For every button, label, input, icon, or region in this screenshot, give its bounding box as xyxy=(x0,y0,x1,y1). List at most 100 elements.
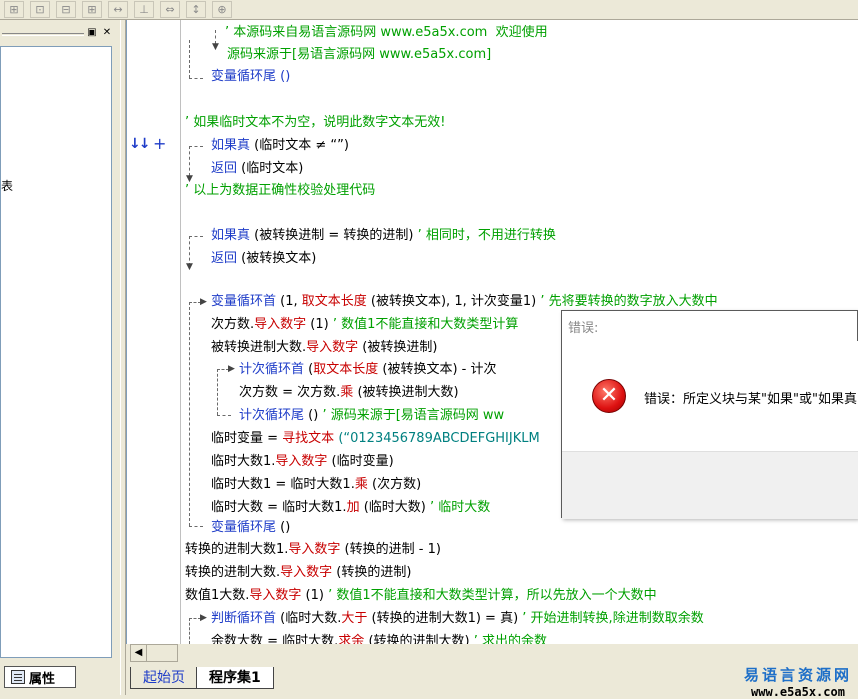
horizontal-scrollbar[interactable]: ◀ xyxy=(130,644,178,662)
watermark: 易语言资源网 www.e5a5x.com xyxy=(744,664,852,699)
code-token: 导入数字 xyxy=(280,565,333,580)
code-token: 导入数字 xyxy=(254,317,307,332)
code-token: 变量循环尾 () xyxy=(211,69,291,84)
code-token: (临时文本) xyxy=(237,161,304,176)
code-token: (临时大数. xyxy=(276,611,342,626)
code-token: ’ 先将要转换的数字放入大数中 xyxy=(540,294,718,309)
scroll-left-icon[interactable]: ◀ xyxy=(131,645,147,661)
toolbar-button-5[interactable]: ⊥ xyxy=(134,1,154,18)
code-token: 临时大数 = 临时大数1. xyxy=(211,500,347,515)
code-line[interactable]: 变量循环尾 () xyxy=(211,68,290,86)
panel-maximize-icon[interactable]: ▣ xyxy=(86,28,98,40)
flow-line xyxy=(189,526,203,527)
code-line[interactable]: 次方数.导入数字 (1) ’ 数值1不能直接和大数类型计算 xyxy=(211,316,518,334)
flow-line xyxy=(217,369,218,415)
code-token: 转换的进制大数. xyxy=(185,565,281,580)
code-line[interactable]: 余数大数 = 临时大数.求余 (转换的进制大数) ’ 求出的余数 xyxy=(211,633,547,644)
error-icon: ✕ xyxy=(592,379,626,413)
code-line[interactable]: 判断循环首 (临时大数.大于 (转换的进制大数1) = 真) ’ 开始进制转换,… xyxy=(211,610,704,628)
flow-marker-icon: ↓↓ xyxy=(129,136,151,152)
flow-arrow-icon: ▶ xyxy=(228,364,235,374)
code-line[interactable]: 次方数 = 次方数.乘 (被转换进制大数) xyxy=(239,384,459,402)
toolbar-button-4[interactable]: ↔ xyxy=(108,1,128,18)
code-line[interactable]: ’ 本源码来自易语言源码网 www.e5a5x.com 欢迎使用 xyxy=(225,24,548,42)
dialog-title: 错误: xyxy=(568,321,599,336)
scrollbar-track xyxy=(178,644,858,662)
flow-line xyxy=(189,146,203,147)
toolbar-button-3[interactable]: ⊞ xyxy=(82,1,102,18)
code-line[interactable]: 数值1大数.导入数字 (1) ’ 数值1不能直接和大数类型计算，所以先放入一个大… xyxy=(185,587,657,605)
code-token: ’ 临时大数 xyxy=(430,500,491,515)
dialog-body: ✕ 错误：所定义块与某"如果"或"如果真 xyxy=(562,341,858,451)
watermark-site-name: 易语言资源网 xyxy=(743,666,852,684)
error-message: 错误：所定义块与某"如果"或"如果真 xyxy=(644,392,857,407)
code-line[interactable]: 临时变量 = 寻找文本 (“0123456789ABCDEFGHIJKLM xyxy=(211,430,540,448)
code-token: 变量循环首 xyxy=(211,294,277,309)
panel-close-icon[interactable]: ✕ xyxy=(101,28,113,40)
code-line[interactable]: 计次循环尾 () ’ 源码来源于[易语言源码网 ww xyxy=(239,407,504,425)
flow-line xyxy=(189,618,190,644)
code-line[interactable]: 计次循环首 (取文本长度 (被转换文本) - 计次 xyxy=(239,361,496,379)
code-token: (转换的进制大数) xyxy=(364,634,474,644)
code-token: ’ 源码来源于[易语言源码网 ww xyxy=(322,408,505,423)
code-line[interactable]: 被转换进制大数.导入数字 (被转换进制) xyxy=(211,339,437,357)
code-line[interactable]: 临时大数1 = 临时大数1.乘 (次方数) xyxy=(211,476,421,494)
toolbar-button-1[interactable]: ⊡ xyxy=(30,1,50,18)
code-token: (转换的进制) xyxy=(332,565,412,580)
code-line[interactable]: 变量循环首 (1, 取文本长度 (被转换文本), 1, 计次变量1) ’ 先将要… xyxy=(211,293,718,311)
left-panel-titlebar: ▣ ✕ xyxy=(0,27,120,43)
document-tabs: 起始页 程序集1 易语言资源网 www.e5a5x.com xyxy=(126,664,858,699)
code-token: 导入数字 xyxy=(275,454,328,469)
properties-icon xyxy=(11,670,25,684)
toolbar-button-8[interactable]: ⊕ xyxy=(212,1,232,18)
tab-properties[interactable]: 属性 xyxy=(4,666,76,688)
code-line[interactable]: 转换的进制大数1.导入数字 (转换的进制 - 1) xyxy=(185,541,441,559)
code-line[interactable]: 临时大数1.导入数字 (临时变量) xyxy=(211,453,394,471)
expand-plus-icon[interactable]: + xyxy=(153,134,166,153)
code-line[interactable]: 变量循环尾 () xyxy=(211,519,290,537)
code-token: (1) xyxy=(301,588,329,603)
code-line[interactable]: 如果真 (被转换进制 = 转换的进制) ’ 相同时，不用进行转换 xyxy=(211,227,556,245)
toolbar-button-0[interactable]: ⊞ xyxy=(4,1,24,18)
code-token: 导入数字 xyxy=(249,588,302,603)
tab-program-set[interactable]: 程序集1 xyxy=(196,667,274,689)
code-token: (被转换进制 = 转换的进制) xyxy=(250,228,418,243)
code-token: () xyxy=(276,520,291,535)
watermark-url: www.e5a5x.com xyxy=(751,685,845,699)
code-line[interactable]: 临时大数 = 临时大数1.加 (临时大数) ’ 临时大数 xyxy=(211,499,490,517)
code-token: (1, xyxy=(276,294,302,309)
code-token: 次方数. xyxy=(211,317,255,332)
code-line[interactable]: ’ 以上为数据正确性校验处理代码 xyxy=(185,182,375,200)
code-token: 求余 xyxy=(338,634,365,644)
tab-properties-label: 属性 xyxy=(29,671,56,687)
code-token: ’ 如果临时文本不为空，说明此数字文本无效! xyxy=(185,115,446,130)
code-token: (被转换文本), 1, 计次变量1) xyxy=(366,294,541,309)
panel-grip[interactable] xyxy=(2,33,84,36)
code-line[interactable]: ’ 如果临时文本不为空，说明此数字文本无效! xyxy=(185,114,445,132)
flow-arrow-icon: ▼ xyxy=(212,42,219,52)
flow-line xyxy=(189,40,190,78)
code-token: 源码来源于[易语言源码网 www.e5a5x.com] xyxy=(227,47,492,62)
code-token: 取文本长度 xyxy=(301,294,367,309)
code-token: 临时大数1 = 临时大数1. xyxy=(211,477,355,492)
code-token: (临时文本 ≠ “”) xyxy=(250,138,349,153)
code-line[interactable]: 返回 (临时文本) xyxy=(211,160,303,178)
tab-start-page[interactable]: 起始页 xyxy=(130,667,198,689)
code-token: 变量循环尾 xyxy=(211,520,277,535)
code-token: 寻找文本 xyxy=(282,431,335,446)
code-token: 计次循环尾 xyxy=(239,408,305,423)
tree-item-label: 表 xyxy=(1,179,14,193)
toolbar-button-6[interactable]: ⇔ xyxy=(160,1,180,18)
code-token: (“0123456789ABCDEFGHIJKLM xyxy=(334,431,540,446)
toolbar-button-2[interactable]: ⊟ xyxy=(56,1,76,18)
code-line[interactable]: 转换的进制大数.导入数字 (转换的进制) xyxy=(185,564,411,582)
code-token: 临时变量 = xyxy=(211,431,283,446)
project-tree[interactable]: 表 xyxy=(0,46,112,658)
toolbar-button-7[interactable]: ↕ xyxy=(186,1,206,18)
code-token: 余数大数 = 临时大数. xyxy=(211,634,339,644)
code-line[interactable]: 源码来源于[易语言源码网 www.e5a5x.com] xyxy=(227,46,491,64)
code-token: 如果真 xyxy=(211,138,251,153)
code-line[interactable]: 如果真 (临时文本 ≠ “”) xyxy=(211,137,349,155)
code-line[interactable]: 返回 (被转换文本) xyxy=(211,250,316,268)
flow-line xyxy=(189,78,203,79)
